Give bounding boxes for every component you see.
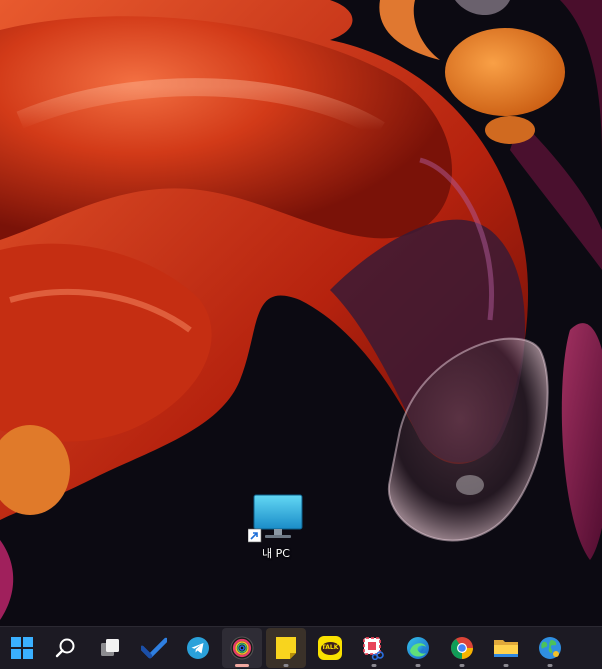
task-view-icon [101,639,119,656]
kakaotalk-badge-text: TALK [321,644,339,651]
checkmark-icon [141,637,167,659]
search-icon [55,638,75,658]
telegram-app[interactable] [178,628,218,668]
camera-lens-icon [230,636,254,660]
snipping-app[interactable] [354,628,394,668]
windows-logo-icon [11,637,33,659]
globe-app[interactable] [530,628,570,668]
telegram-icon [187,637,209,659]
camera-app[interactable] [222,628,262,668]
kakaotalk-icon: TALK [318,636,342,660]
running-indicator [547,664,553,667]
taskbar: TALK [0,626,602,669]
search-button[interactable] [46,628,86,668]
edge-icon [407,637,429,659]
sticky-notes-app[interactable] [266,628,306,668]
running-indicator [371,664,377,667]
globe-icon [539,637,561,659]
chrome-icon [451,637,473,659]
chrome-app[interactable] [442,628,482,668]
snipping-tool-icon [363,637,384,660]
edge-app[interactable] [398,628,438,668]
running-indicator [459,664,465,667]
file-explorer-app[interactable] [486,628,526,668]
todo-app[interactable] [134,628,174,668]
running-indicator [283,664,289,667]
sticky-note-icon [276,637,296,659]
running-indicator [415,664,421,667]
monitor-icon [248,494,303,543]
desktop-icon-label: 내 PC [262,547,290,560]
task-view-button[interactable] [90,628,130,668]
start-button[interactable] [2,628,42,668]
kakaotalk-app[interactable]: TALK [310,628,350,668]
folder-icon [494,640,518,657]
desktop-icon-my-pc[interactable]: 내 PC [238,488,314,576]
active-indicator [235,664,249,667]
running-indicator [503,664,509,667]
